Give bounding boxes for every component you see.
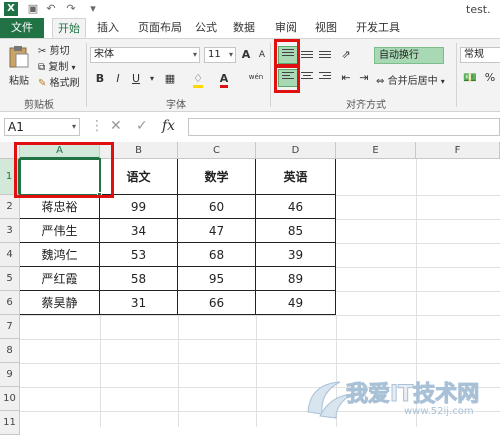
- confirm-entry-button[interactable]: ✓: [136, 118, 148, 134]
- format-painter-button[interactable]: ✎ 格式刷: [38, 74, 80, 89]
- insert-function-button[interactable]: fx: [162, 118, 175, 134]
- chevron-down-icon: ▾: [192, 50, 197, 59]
- align-middle-button[interactable]: [298, 49, 316, 65]
- watermark-url: www.52ij.com: [404, 406, 474, 417]
- watermark: 我爱IT技术网 www.52ij.com: [300, 370, 500, 427]
- font-color-button[interactable]: A: [216, 71, 232, 88]
- group-divider: [456, 43, 457, 107]
- paste-icon: [9, 46, 29, 68]
- paste-button[interactable]: 粘贴: [6, 45, 32, 87]
- font-name-select[interactable]: 宋体 ▾: [90, 47, 200, 63]
- outdent-icon: ⇤: [341, 71, 351, 84]
- watermark-text: 我爱IT技术网: [345, 382, 480, 408]
- redo-icon[interactable]: ↷: [64, 2, 78, 16]
- cut-label: 剪切: [49, 46, 70, 57]
- copy-icon: ⧉: [38, 62, 46, 73]
- format-painter-label: 格式刷: [49, 78, 80, 89]
- phonetic-button[interactable]: wén: [246, 69, 266, 85]
- paint-bucket-icon: ♢: [193, 72, 203, 88]
- border-icon: ▦: [164, 72, 176, 85]
- window-title: test.: [466, 3, 491, 16]
- group-divider: [270, 43, 271, 107]
- highlight-box-a1: [14, 142, 114, 198]
- merge-center-button[interactable]: ⇔ 合并后居中 ▾: [376, 72, 445, 87]
- number-format-select[interactable]: 常规: [460, 47, 500, 63]
- copy-label: 复制: [48, 62, 69, 73]
- bold-button[interactable]: B: [92, 71, 108, 87]
- formula-input[interactable]: [188, 118, 500, 136]
- percent-icon: %: [484, 71, 496, 84]
- wrap-text-label: 自动换行: [379, 50, 419, 61]
- title-bar: X ▣ ↶ ↷ ▾ test.: [0, 0, 500, 18]
- orientation-button[interactable]: ⇗: [338, 47, 354, 63]
- borders-button[interactable]: ▦: [162, 71, 178, 87]
- scissors-icon: ✂: [38, 46, 47, 57]
- highlight-box-top-align: [274, 39, 300, 67]
- underline-dropdown[interactable]: ▾: [144, 71, 160, 87]
- tab-review[interactable]: 审阅: [270, 18, 302, 38]
- undo-icon[interactable]: ↶: [44, 2, 58, 16]
- alignment-group-label: 对齐方式: [346, 100, 386, 111]
- align-right-button[interactable]: [316, 70, 334, 86]
- shrink-font-button[interactable]: A: [254, 47, 270, 63]
- grow-font-button[interactable]: A: [238, 47, 254, 63]
- cut-button[interactable]: ✂ 剪切: [38, 42, 70, 57]
- tab-developer[interactable]: 开发工具: [350, 18, 406, 38]
- tab-file[interactable]: 文件: [0, 18, 44, 38]
- name-box-value: A1: [8, 120, 24, 134]
- clipboard-group-label: 剪贴板: [24, 100, 54, 111]
- group-divider: [86, 43, 87, 107]
- decrease-indent-button[interactable]: ⇤: [338, 70, 354, 86]
- tab-page-layout[interactable]: 页面布局: [132, 18, 188, 38]
- text-orientation-icon: ⇗: [341, 48, 351, 61]
- formula-bar-options-icon: ⋮: [90, 118, 104, 134]
- formula-bar: A1 ▾ ⋮ ✕ ✓ fx: [0, 112, 500, 142]
- copy-button[interactable]: ⧉ 复制 ▾: [38, 58, 76, 73]
- wrap-text-button[interactable]: 自动换行: [374, 47, 444, 64]
- excel-logo-icon: X: [4, 2, 18, 16]
- currency-icon: 💵: [463, 71, 477, 84]
- align-center-button[interactable]: [298, 70, 316, 86]
- chevron-down-icon: ▾: [228, 50, 233, 59]
- font-group-label: 字体: [166, 100, 186, 111]
- align-bottom-button[interactable]: [316, 49, 334, 65]
- indent-icon: ⇥: [359, 71, 369, 84]
- paste-label: 粘贴: [9, 76, 29, 87]
- merge-center-label: 合并后居中: [387, 76, 438, 87]
- tab-home[interactable]: 开始: [52, 18, 86, 38]
- font-size-value: 11: [208, 49, 221, 60]
- save-icon[interactable]: ▣: [26, 2, 40, 16]
- chevron-down-icon: ▾: [71, 122, 76, 131]
- fill-color-button[interactable]: ♢: [190, 71, 206, 88]
- tab-data[interactable]: 数据: [228, 18, 260, 38]
- underline-button[interactable]: U: [128, 71, 144, 87]
- ribbon: 粘贴 ✂ 剪切 ⧉ 复制 ▾ ✎ 格式刷 剪贴板 宋体 ▾ 11 ▾ A A B I…: [0, 38, 500, 112]
- tab-formulas[interactable]: 公式: [190, 18, 222, 38]
- tab-insert[interactable]: 插入: [92, 18, 124, 38]
- percent-button[interactable]: %: [482, 70, 498, 86]
- font-name-value: 宋体: [94, 49, 114, 60]
- brush-icon: ✎: [38, 78, 47, 89]
- currency-button[interactable]: 💵: [462, 70, 478, 86]
- customize-toolbar-icon[interactable]: ▾: [86, 2, 100, 16]
- tab-view[interactable]: 视图: [310, 18, 342, 38]
- font-color-icon: A: [219, 72, 229, 88]
- merge-icon: ⇔: [376, 76, 385, 87]
- increase-indent-button[interactable]: ⇥: [356, 70, 372, 86]
- italic-button[interactable]: I: [110, 71, 126, 87]
- cancel-entry-button[interactable]: ✕: [110, 118, 122, 134]
- name-box[interactable]: A1 ▾: [4, 118, 80, 136]
- highlight-box-left-align: [274, 65, 300, 93]
- font-size-select[interactable]: 11 ▾: [204, 47, 236, 63]
- number-format-value: 常规: [464, 49, 484, 60]
- ribbon-tabs: 文件 开始 插入 页面布局 公式 数据 审阅 视图 开发工具: [0, 18, 500, 38]
